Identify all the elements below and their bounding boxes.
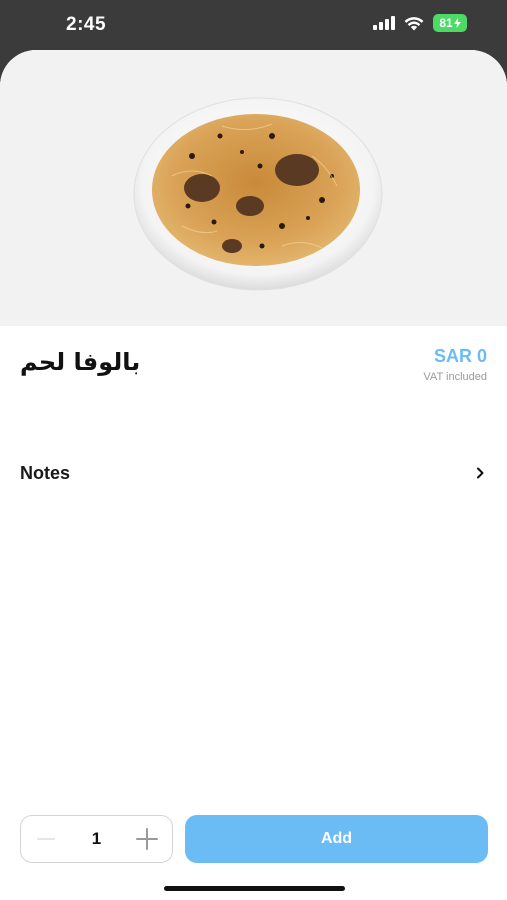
chevron-right-icon bbox=[476, 467, 485, 479]
decrement-button[interactable] bbox=[35, 828, 57, 850]
item-detail-sheet: بالوفا لحم SAR 0 VAT included Notes 1 Ad… bbox=[0, 50, 507, 900]
add-button[interactable]: Add bbox=[185, 815, 488, 863]
battery-icon: 81 bbox=[433, 14, 467, 32]
notes-label: Notes bbox=[20, 462, 71, 483]
status-time: 2:45 bbox=[66, 14, 107, 35]
quantity-stepper: 1 bbox=[20, 815, 173, 863]
wifi-icon bbox=[404, 16, 424, 31]
status-icons: 81 bbox=[373, 14, 467, 32]
item-title: بالوفا لحم bbox=[20, 348, 141, 376]
home-indicator bbox=[164, 886, 345, 891]
quantity-value: 1 bbox=[91, 829, 102, 848]
cellular-signal-icon bbox=[373, 16, 395, 30]
notes-row[interactable]: Notes bbox=[0, 450, 507, 496]
plus-icon bbox=[136, 828, 158, 850]
status-bar: 2:45 81 bbox=[0, 0, 507, 50]
increment-button[interactable] bbox=[136, 828, 158, 850]
hero-image-area bbox=[0, 50, 507, 326]
minus-icon bbox=[37, 838, 55, 840]
vat-note: VAT included bbox=[423, 371, 487, 383]
battery-level: 81 bbox=[439, 16, 453, 30]
item-price: SAR 0 bbox=[433, 346, 487, 366]
dish-photo bbox=[133, 97, 383, 291]
